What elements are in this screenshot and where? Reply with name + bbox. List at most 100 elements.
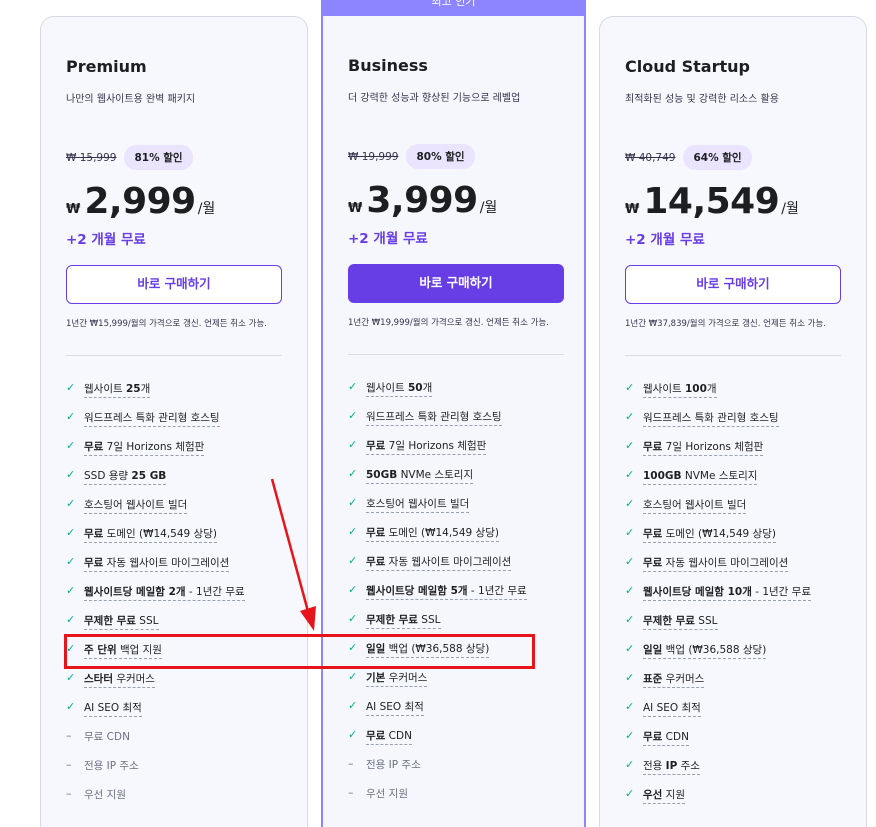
feature-item: ✓ 스타터 우커머스 bbox=[66, 671, 245, 700]
feature-text-bold: IP bbox=[665, 760, 678, 772]
feature-text-post: 자동 웹사이트 마이그레이션 bbox=[662, 557, 789, 569]
price-row: ₩ 14,549 /월 bbox=[625, 181, 799, 222]
price-period: /월 bbox=[479, 200, 498, 216]
feature-text: 웹사이트당 메일함 2개 - 1년간 무료 bbox=[84, 584, 245, 601]
feature-item: ✓ 웹사이트 100개 bbox=[625, 381, 811, 410]
feature-text: AI SEO 최적 bbox=[643, 700, 701, 717]
feature-text-bold: 100GB bbox=[643, 470, 682, 482]
divider bbox=[348, 354, 564, 355]
check-icon: ✓ bbox=[625, 671, 635, 684]
feature-text-post: - 1년간 무료 bbox=[751, 586, 811, 598]
feature-text-bold: 50 bbox=[407, 382, 423, 394]
feature-item: ✓ 100GB NVMe 스토리지 bbox=[625, 468, 811, 497]
feature-text-post: 7일 Horizons 체험판 bbox=[662, 441, 764, 453]
feature-text-bold: 무료 bbox=[643, 528, 663, 540]
original-price-row: ₩ 40,749 64% 할인 bbox=[625, 145, 752, 170]
feature-text-post: - 1년간 무료 bbox=[467, 585, 527, 597]
check-icon: ✓ bbox=[625, 555, 635, 568]
buy-now-button[interactable]: 바로 구매하기 bbox=[625, 265, 841, 304]
feature-text-bold: 우선 bbox=[643, 789, 663, 801]
dash-icon: – bbox=[66, 729, 72, 742]
feature-list: ✓ 웹사이트 50개 ✓ 워드프레스 특화 관리형 호스팅 ✓ 무료 7일 Ho… bbox=[348, 380, 527, 815]
feature-text: 무제한 무료 SSL bbox=[643, 613, 718, 630]
feature-text-bold: 무제한 무료 bbox=[643, 615, 695, 627]
feature-text-bold: 일일 bbox=[643, 644, 663, 656]
feature-text: 무료 도메인 (₩14,549 상당) bbox=[84, 526, 217, 543]
feature-text-pre: 워드프레스 특화 관리형 호스팅 bbox=[84, 412, 220, 424]
feature-item: ✓ 표준 우커머스 bbox=[625, 671, 811, 700]
feature-item: ✓ 무료 7일 Horizons 체험판 bbox=[348, 438, 527, 467]
currency-symbol: ₩ bbox=[66, 202, 81, 217]
annotation-arrow bbox=[270, 478, 316, 631]
feature-text-bold: 25 bbox=[125, 383, 141, 395]
feature-item: ✓ 무료 자동 웹사이트 마이그레이션 bbox=[66, 555, 245, 584]
feature-text-post: 우커머스 bbox=[662, 673, 705, 685]
dash-icon: – bbox=[66, 758, 72, 771]
free-months: +2 개월 무료 bbox=[625, 232, 705, 248]
feature-text: SSD 용량 25 GB bbox=[84, 468, 167, 485]
feature-text: 무료 7일 Horizons 체험판 bbox=[643, 439, 764, 456]
check-icon: ✓ bbox=[625, 700, 635, 713]
feature-text-post: 개 bbox=[422, 382, 433, 394]
feature-item: ✓ 워드프레스 특화 관리형 호스팅 bbox=[66, 410, 245, 439]
feature-text-pre: 호스팅어 웹사이트 빌더 bbox=[643, 499, 747, 511]
check-icon: ✓ bbox=[66, 410, 76, 423]
feature-item: – 전용 IP 주소 bbox=[348, 757, 527, 786]
feature-text-bold: 웹사이트당 메일함 5개 bbox=[366, 585, 468, 597]
feature-item: ✓ 무료 7일 Horizons 체험판 bbox=[625, 439, 811, 468]
feature-text: 표준 우커머스 bbox=[643, 671, 705, 688]
popular-banner: 최고 인기 bbox=[321, 0, 586, 17]
check-icon: ✓ bbox=[66, 700, 76, 713]
original-price-row: ₩ 15,999 81% 할인 bbox=[66, 145, 193, 170]
feature-item: ✓ 무료 도메인 (₩14,549 상당) bbox=[625, 526, 811, 555]
buy-now-button[interactable]: 바로 구매하기 bbox=[66, 265, 282, 304]
feature-item: ✓ 웹사이트 50개 bbox=[348, 380, 527, 409]
feature-text: 웹사이트 100개 bbox=[643, 381, 717, 398]
feature-text: 50GB NVMe 스토리지 bbox=[366, 467, 474, 484]
feature-text: 무료 자동 웹사이트 마이그레이션 bbox=[84, 555, 230, 572]
feature-text-post: 주소 bbox=[677, 760, 700, 772]
feature-text: 우선 지원 bbox=[366, 786, 408, 802]
check-icon: ✓ bbox=[348, 583, 358, 596]
discount-badge: 64% 할인 bbox=[683, 145, 752, 170]
feature-item: ✓ 웹사이트당 메일함 10개 - 1년간 무료 bbox=[625, 584, 811, 613]
feature-text: 일일 백업 (₩36,588 상당) bbox=[643, 642, 767, 659]
feature-text: 무제한 무료 SSL bbox=[84, 613, 159, 630]
check-icon: ✓ bbox=[625, 410, 635, 423]
price-row: ₩ 2,999 /월 bbox=[66, 181, 215, 222]
check-icon: ✓ bbox=[66, 613, 76, 626]
feature-text-post: NVMe 스토리지 bbox=[397, 469, 474, 481]
check-icon: ✓ bbox=[625, 439, 635, 452]
feature-text-bold: 무료 bbox=[643, 441, 663, 453]
feature-text-post: NVMe 스토리지 bbox=[681, 470, 758, 482]
plan-name: Cloud Startup bbox=[625, 57, 750, 76]
feature-text-pre: 우선 지원 bbox=[366, 788, 408, 800]
feature-text: 웹사이트당 메일함 5개 - 1년간 무료 bbox=[366, 583, 527, 600]
backup-highlight-annotation bbox=[64, 634, 535, 669]
check-icon: ✓ bbox=[348, 380, 358, 393]
feature-text-pre: AI SEO 최적 bbox=[84, 702, 142, 714]
plan-description: 최적화된 성능 및 강력한 리소스 활용 bbox=[625, 94, 779, 105]
feature-text-post: SSL bbox=[694, 615, 718, 627]
currency-symbol: ₩ bbox=[625, 202, 640, 217]
feature-text-pre: 무료 CDN bbox=[84, 731, 130, 743]
check-icon: ✓ bbox=[66, 555, 76, 568]
feature-text-pre: 전용 bbox=[643, 760, 666, 772]
feature-text-post: 개 bbox=[706, 383, 717, 395]
feature-text: 워드프레스 특화 관리형 호스팅 bbox=[366, 409, 502, 426]
check-icon: ✓ bbox=[348, 612, 358, 625]
feature-text-post: 도메인 (₩14,549 상당) bbox=[662, 528, 776, 540]
feature-text-post: 도메인 (₩14,549 상당) bbox=[385, 527, 499, 539]
feature-text: 우선 지원 bbox=[84, 787, 126, 803]
feature-text-bold: 50GB bbox=[366, 469, 398, 481]
feature-text-post: 백업 (₩36,588 상당) bbox=[662, 644, 767, 656]
feature-item: ✓ 호스팅어 웹사이트 빌더 bbox=[625, 497, 811, 526]
feature-item: ✓ 워드프레스 특화 관리형 호스팅 bbox=[348, 409, 527, 438]
feature-text-post: SSL bbox=[417, 614, 441, 626]
feature-item: ✓ 일일 백업 (₩36,588 상당) bbox=[625, 642, 811, 671]
renewal-note: 1년간 ₩37,839/월의 가격으로 갱신. 언제든 취소 가능. bbox=[625, 319, 826, 329]
dash-icon: – bbox=[348, 757, 354, 770]
buy-now-button[interactable]: 바로 구매하기 bbox=[348, 264, 564, 303]
feature-text: 우선 지원 bbox=[643, 787, 685, 804]
feature-text: 웹사이트당 메일함 10개 - 1년간 무료 bbox=[643, 584, 811, 601]
